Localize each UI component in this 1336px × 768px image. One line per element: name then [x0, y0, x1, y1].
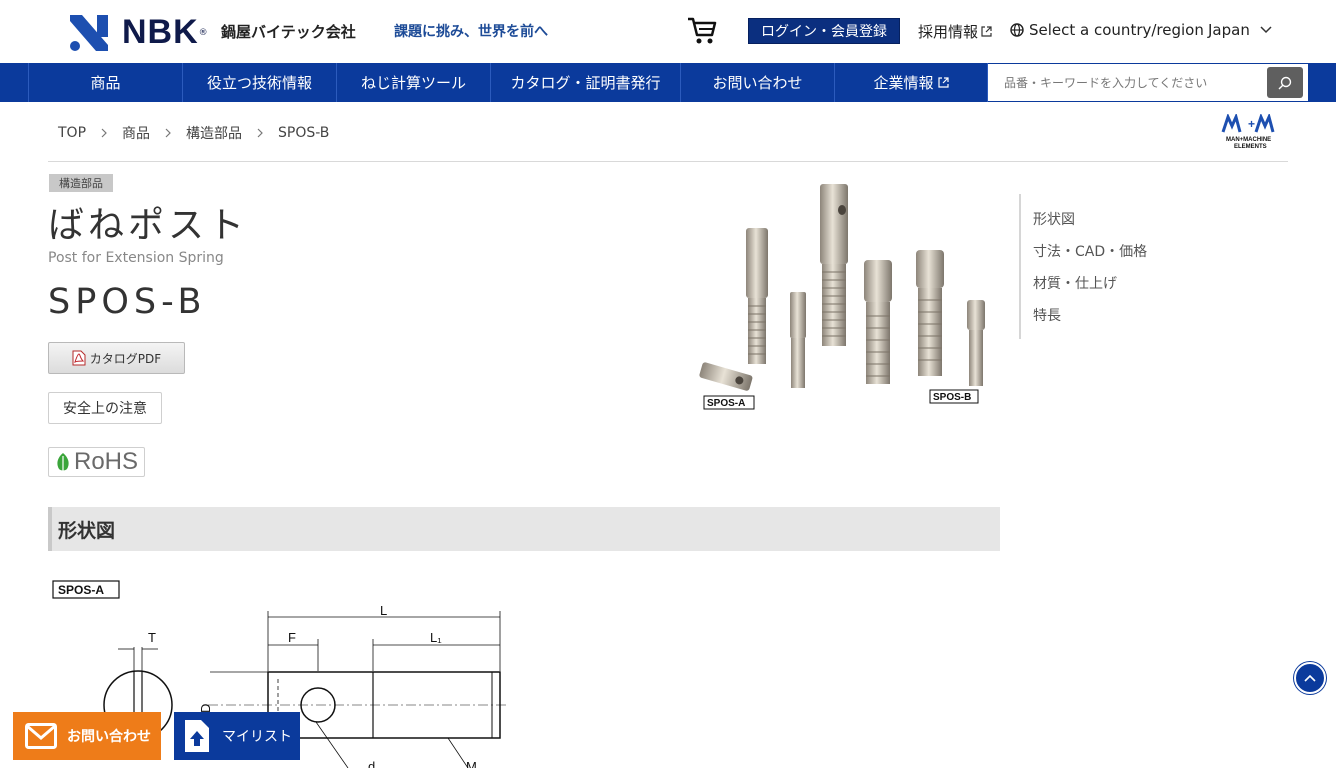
- search-box: [988, 64, 1308, 101]
- pdf-icon: [72, 350, 86, 366]
- slogan: 課題に挑み、世界を前へ: [394, 24, 548, 40]
- chevron-right-icon: [257, 128, 263, 138]
- recruit-label: 採用情報: [918, 23, 979, 41]
- logo-registered: ®: [198, 27, 208, 38]
- nav-item-catalog[interactable]: カタログ・証明書発行: [490, 63, 680, 102]
- nav-item-label: 企業情報: [873, 74, 934, 92]
- recruit-link[interactable]: 採用情報: [918, 21, 992, 42]
- dim-F: F: [288, 630, 296, 645]
- safety-notice-button[interactable]: 安全上の注意: [48, 392, 162, 424]
- dim-d: d: [368, 759, 375, 768]
- chevron-up-icon: [1304, 674, 1316, 682]
- nav-item-label: 役立つ技術情報: [206, 74, 312, 92]
- dim-M: M: [466, 759, 477, 768]
- cart-icon[interactable]: [686, 15, 718, 45]
- svg-text:MAN+MACHINE: MAN+MACHINE: [1226, 137, 1271, 143]
- dim-T: T: [148, 630, 156, 645]
- drawing-label: SPOS-A: [58, 583, 104, 597]
- page-section-menu: 形状図 寸法・CAD・価格 材質・仕上げ 特長: [1019, 194, 1179, 339]
- logo-text: NBK: [122, 13, 199, 51]
- floating-mylist-label: マイリスト: [222, 729, 292, 745]
- search-input[interactable]: [988, 64, 1258, 101]
- side-menu-item-dimensions[interactable]: 寸法・CAD・価格: [1033, 241, 1147, 261]
- external-link-icon: [981, 26, 992, 37]
- dim-L: L: [380, 603, 387, 618]
- search-button[interactable]: [1267, 67, 1303, 98]
- breadcrumb-item-products[interactable]: 商品: [122, 123, 150, 143]
- product-subtitle: Post for Extension Spring: [48, 250, 224, 266]
- nav-item-label: カタログ・証明書発行: [510, 74, 661, 92]
- section-heading-shape: 形状図: [48, 507, 1000, 551]
- nav-item-label: お問い合わせ: [712, 74, 803, 92]
- breadcrumb-item-current: SPOS-B: [278, 125, 330, 141]
- breadcrumb-item-category[interactable]: 構造部品: [186, 123, 242, 143]
- product-photo: SPOS-A SPOS-B: [699, 184, 985, 410]
- mail-icon: [25, 723, 57, 749]
- image-label-spos-b: SPOS-B: [933, 392, 971, 403]
- nbk-logo-mark-icon: [70, 14, 108, 51]
- floating-mylist-button[interactable]: マイリスト: [174, 712, 300, 760]
- leaf-icon: [57, 453, 69, 471]
- nav-item-company[interactable]: 企業情報: [834, 63, 988, 102]
- divider: [48, 161, 1288, 162]
- search-icon: [1278, 76, 1292, 89]
- svg-text:ELEMENTS: ELEMENTS: [1234, 144, 1267, 150]
- company-name: 鍋屋バイテック会社: [221, 23, 356, 41]
- chevron-down-icon: [1260, 26, 1272, 34]
- side-menu-item-shape[interactable]: 形状図: [1033, 209, 1075, 229]
- rohs-badge: RoHS: [48, 447, 145, 477]
- country-value: Japan: [1208, 21, 1250, 39]
- nav-item-screw-tools[interactable]: ねじ計算ツール: [336, 63, 490, 102]
- site-header: NBK ® 鍋屋バイテック会社 課題に挑み、世界を前へ ログイン・会員登録 採用情…: [0, 0, 1336, 63]
- country-select[interactable]: Japan: [1208, 21, 1272, 39]
- nav-item-label: ねじ計算ツール: [360, 74, 466, 92]
- rohs-label: RoHS: [73, 448, 139, 475]
- floating-contact-label: お問い合わせ: [67, 729, 151, 745]
- country-selector-label[interactable]: Select a country/region: [1010, 21, 1204, 39]
- breadcrumb-item-top[interactable]: TOP: [58, 125, 86, 141]
- floating-contact-button[interactable]: お問い合わせ: [13, 712, 161, 760]
- svg-text:+: +: [1248, 117, 1255, 131]
- back-to-top-button[interactable]: [1294, 662, 1326, 694]
- category-badge: 構造部品: [49, 174, 113, 192]
- side-menu-item-features[interactable]: 特長: [1033, 305, 1061, 325]
- nav-item-products[interactable]: 商品: [28, 63, 182, 102]
- breadcrumb: TOP 商品 構造部品 SPOS-B: [58, 123, 329, 143]
- dim-L1: L₁: [430, 630, 442, 645]
- nbk-logo[interactable]: NBK ®: [70, 13, 208, 52]
- product-code: SPOS-B: [48, 282, 207, 322]
- side-menu-item-material[interactable]: 材質・仕上げ: [1033, 273, 1117, 293]
- nav-item-tech-info[interactable]: 役立つ技術情報: [182, 63, 336, 102]
- country-label-text: Select a country/region: [1029, 21, 1204, 39]
- product-title: ばねポスト: [48, 205, 249, 246]
- catalog-pdf-button[interactable]: カタログPDF: [48, 342, 185, 374]
- image-label-spos-a: SPOS-A: [707, 398, 745, 409]
- chevron-right-icon: [101, 128, 107, 138]
- login-register-button[interactable]: ログイン・会員登録: [748, 18, 900, 44]
- mylist-upload-icon: [185, 720, 209, 752]
- globe-icon: [1010, 23, 1024, 37]
- catalog-pdf-label: カタログPDF: [89, 351, 162, 366]
- nav-item-contact[interactable]: お問い合わせ: [680, 63, 834, 102]
- external-link-icon: [937, 77, 949, 88]
- chevron-right-icon: [165, 128, 171, 138]
- man-machine-elements-logo: + MAN+MACHINE ELEMENTS: [1221, 114, 1275, 150]
- nav-item-label: 商品: [90, 74, 121, 92]
